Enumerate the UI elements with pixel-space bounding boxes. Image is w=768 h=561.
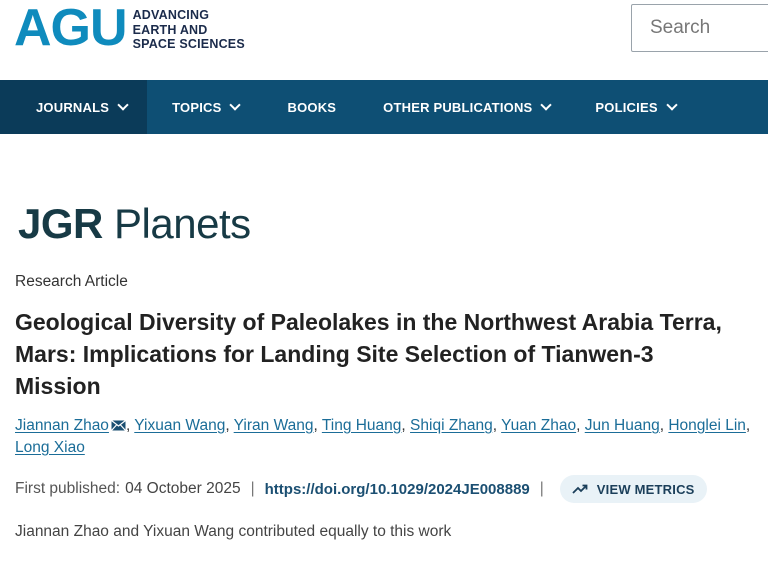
view-metrics-button[interactable]: VIEW METRICS [559, 475, 707, 503]
author-link[interactable]: Jiannan Zhao [15, 417, 109, 434]
author-link[interactable]: Long Xiao [15, 439, 85, 456]
logo-mark: AGU [14, 0, 128, 57]
author-link[interactable]: Honglei Lin [668, 417, 746, 434]
envelope-icon[interactable] [110, 420, 126, 431]
trending-up-icon [572, 484, 588, 494]
nav-item-journals[interactable]: JOURNALS [0, 80, 148, 134]
author-link[interactable]: Ting Huang [322, 417, 402, 434]
logo-tagline: ADVANCING EARTH AND SPACE SCIENCES [133, 8, 245, 52]
journal-name-b: Planets [114, 200, 251, 247]
author-link[interactable]: Yuan Zhao [501, 417, 576, 434]
logo-line-2: EARTH AND [132, 22, 208, 37]
author-link[interactable]: Jun Huang [585, 417, 660, 434]
divider: | [539, 480, 544, 497]
logo-line-3: SPACE SCIENCES [132, 37, 245, 51]
article-title: Geological Diversity of Paleolakes in th… [15, 309, 722, 399]
first-published-date: 04 October 2025 [125, 480, 241, 497]
doi-link[interactable]: https://doi.org/10.1029/2024JE008889 [265, 481, 530, 498]
chevron-down-icon [117, 98, 129, 111]
search-box [631, 4, 768, 52]
journal-name-a: JGR [18, 200, 103, 247]
agu-logo[interactable]: AGU ADVANCING EARTH AND SPACE SCIENCES [14, 0, 245, 57]
logo-line-1: ADVANCING [132, 8, 210, 22]
nav-item-other-publications[interactable]: OTHER PUBLICATIONS [360, 80, 572, 134]
nav-item-label: JOURNALS [36, 99, 110, 115]
site-header: AGU ADVANCING EARTH AND SPACE SCIENCES [0, 0, 768, 80]
nav-item-policies[interactable]: POLICIES [572, 80, 697, 134]
nav-item-label: BOOKS [287, 99, 337, 115]
author-link[interactable]: Yixuan Wang [134, 417, 225, 434]
nav-item-label: POLICIES [595, 99, 658, 115]
author-link[interactable]: Yiran Wang [234, 417, 314, 434]
nav-item-label: TOPICS [172, 99, 222, 115]
main-nav: JOURNALS TOPICS BOOKS OTHER PUBLICATIONS… [0, 80, 768, 134]
author-list: Jiannan Zhao, Yixuan Wang, Yiran Wang, T… [15, 417, 751, 456]
view-metrics-label: VIEW METRICS [596, 481, 695, 497]
journal-logo[interactable]: JGR Planets [18, 201, 251, 247]
author-link[interactable]: Shiqi Zhang [410, 417, 493, 434]
nav-item-label: OTHER PUBLICATIONS [383, 99, 533, 115]
chevron-down-icon [229, 98, 242, 111]
nav-item-topics[interactable]: TOPICS [147, 80, 261, 134]
first-published-label: First published: [15, 480, 121, 497]
article-type: Research Article [15, 273, 128, 290]
nav-item-books[interactable]: BOOKS [261, 80, 360, 134]
publication-info: First published: 04 October 2025 | https… [15, 475, 707, 503]
equal-contribution-note: Jiannan Zhao and Yixuan Wang contributed… [15, 523, 452, 540]
chevron-down-icon [540, 98, 553, 111]
search-input[interactable] [648, 5, 768, 51]
chevron-down-icon [666, 98, 678, 111]
divider: | [250, 480, 255, 497]
